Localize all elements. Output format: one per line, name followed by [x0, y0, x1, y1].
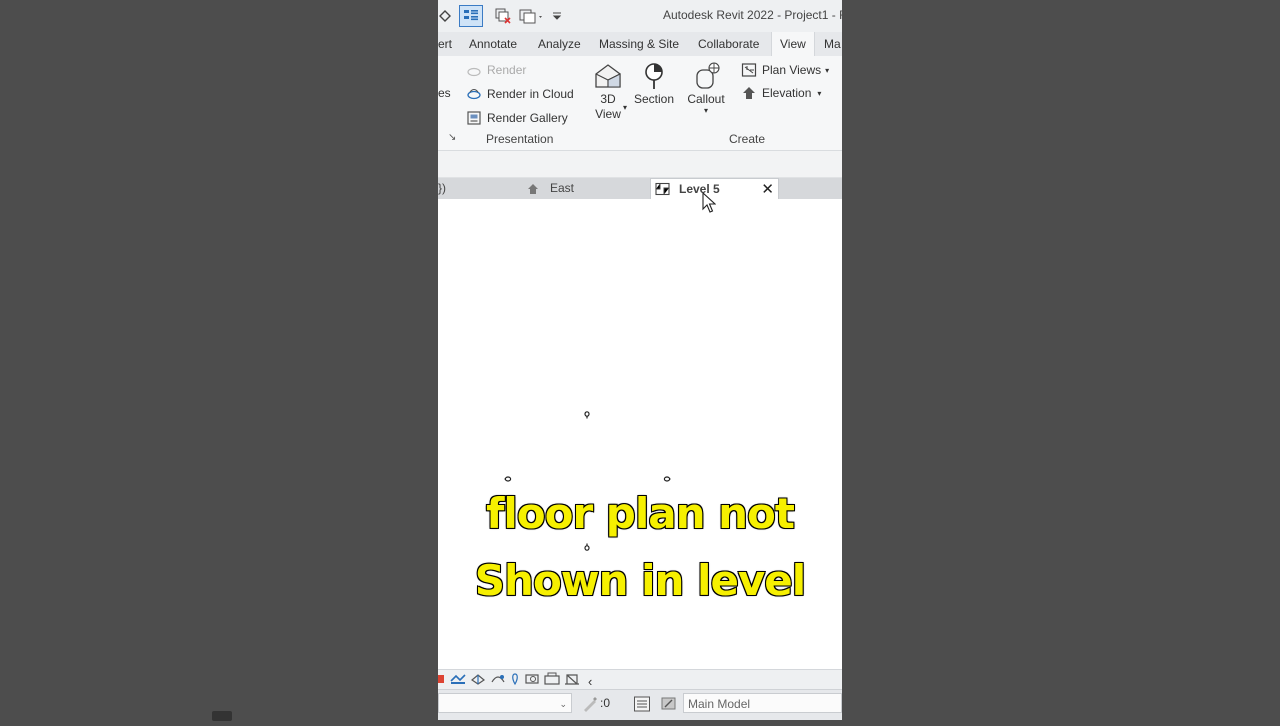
drawing-area[interactable]: floor plan not Shown in level	[438, 199, 842, 670]
render-gallery-icon	[466, 110, 482, 126]
callout-dropdown-icon[interactable]: ▾	[683, 107, 729, 115]
tab-collaborate[interactable]: Collaborate	[698, 32, 759, 56]
elevation-tag-east-icon[interactable]	[663, 469, 671, 487]
presentation-panel-title: Presentation	[486, 132, 554, 146]
cut-off-label: es	[438, 86, 451, 100]
elevation-tag-west-icon[interactable]	[504, 469, 512, 487]
view-tab-bar: }) East Level 5 ✕	[438, 178, 842, 199]
mouse-cursor-icon	[702, 191, 717, 219]
tab-view[interactable]: View	[771, 32, 815, 56]
switch-windows-icon[interactable]	[518, 6, 546, 26]
render-gallery-label: Render Gallery	[487, 111, 568, 125]
ribbon-tab-bar: ert Annotate Analyze Massing & Site Coll…	[438, 32, 842, 56]
tab-analyze[interactable]: Analyze	[538, 32, 581, 56]
caption-line-2: Shown in level	[474, 555, 807, 606]
plan-views-button[interactable]: Plan Views ▾	[741, 62, 829, 78]
callout-icon	[683, 60, 729, 92]
elevation-icon	[526, 182, 542, 196]
render-in-cloud-button[interactable]: Render in Cloud	[466, 86, 574, 102]
tab-manage[interactable]: Ma	[824, 32, 841, 56]
render-teapot-icon	[466, 62, 482, 78]
ribbon-panel: es ↘ Render Render in Cloud Render Galle…	[438, 56, 842, 151]
elevation-dropdown-icon[interactable]: ▾	[817, 89, 821, 98]
elevation-button[interactable]: Elevation ▾	[741, 85, 821, 101]
tab-massing-site[interactable]: Massing & Site	[599, 32, 679, 56]
section-label: Section	[633, 92, 675, 106]
design-options-icon[interactable]	[660, 695, 678, 718]
view-tab-partial-label: })	[438, 181, 447, 195]
caption-line-1: floor plan not	[485, 488, 796, 539]
elevation-tag-south-icon[interactable]	[584, 538, 590, 556]
render-cloud-icon	[466, 86, 482, 102]
background-glyph-icon	[212, 708, 238, 726]
properties-icon[interactable]	[459, 5, 483, 27]
view-tab-east[interactable]: East	[526, 178, 574, 199]
create-panel-title: Create	[729, 132, 766, 146]
close-hidden-views-icon[interactable]	[494, 6, 512, 26]
tab-annotate[interactable]: Annotate	[469, 32, 517, 56]
render-in-cloud-label: Render in Cloud	[487, 87, 574, 101]
elevation-label: Elevation	[762, 86, 812, 100]
callout-button[interactable]: Callout ▾	[683, 60, 729, 115]
plan-views-icon	[741, 62, 757, 78]
plan-views-dropdown-icon[interactable]: ▾	[825, 66, 829, 75]
3d-view-dropdown-icon[interactable]: ▾	[623, 103, 627, 112]
filter-icon[interactable]	[633, 695, 651, 718]
revit-window: Autodesk Revit 2022 - Project1 - F ert A…	[438, 0, 842, 720]
render-label: Render	[487, 63, 527, 77]
collapse-icon[interactable]: ‹	[588, 674, 592, 689]
window-title: Autodesk Revit 2022 - Project1 - F	[663, 8, 842, 22]
view-tab-partial[interactable]: })	[438, 178, 446, 199]
editable-only-icon[interactable]	[582, 696, 598, 717]
view-tab-east-label: East	[550, 181, 575, 195]
workset-dropdown-chevron-icon[interactable]: ⌄	[559, 694, 567, 714]
elevation-tag-north-icon[interactable]	[584, 406, 590, 424]
floor-plan-icon	[655, 182, 671, 196]
active-design-option-field[interactable]: Main Model	[683, 693, 842, 713]
plan-views-label: Plan Views	[762, 63, 822, 77]
sync-icon[interactable]	[438, 6, 452, 26]
3d-view-house-icon	[590, 60, 626, 92]
render-button[interactable]: Render	[466, 62, 526, 78]
render-gallery-button[interactable]: Render Gallery	[466, 110, 568, 126]
panel-launcher-icon[interactable]: ↘	[448, 132, 456, 143]
title-bar: Autodesk Revit 2022 - Project1 - F	[438, 0, 842, 32]
3d-view-label-1: 3D	[600, 92, 616, 106]
callout-label: Callout	[687, 92, 725, 106]
status-bar: ⌄ :0 Main Model	[438, 689, 842, 720]
section-marker-icon	[632, 60, 676, 92]
3d-view-label-2: View	[595, 107, 621, 121]
3d-view-button[interactable]: 3D View	[590, 60, 626, 122]
qa-dropdown-icon[interactable]	[551, 6, 563, 26]
workset-dropdown[interactable]: ⌄	[438, 693, 572, 713]
view-control-bar: ‹	[438, 669, 842, 689]
options-bar	[438, 151, 842, 178]
elevation-house-icon	[741, 85, 757, 101]
tab-insert[interactable]: ert	[438, 32, 452, 56]
section-button[interactable]: Section	[632, 60, 676, 107]
selection-count: :0	[600, 696, 611, 710]
close-tab-icon[interactable]: ✕	[761, 179, 774, 200]
